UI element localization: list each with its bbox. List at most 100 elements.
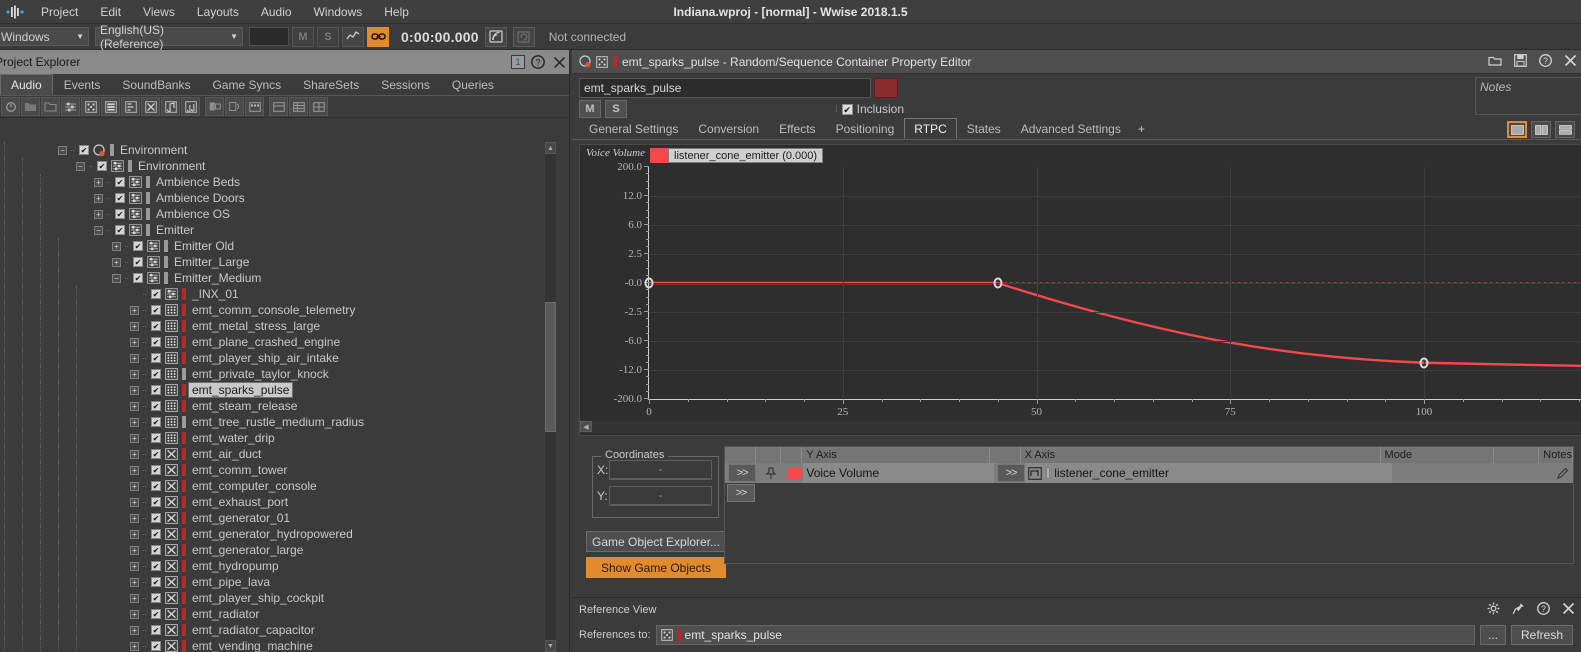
expander-plus-icon[interactable]: + [112,241,121,251]
pin-icon[interactable] [1512,602,1525,618]
tree-item[interactable]: + ·· ✔ emt_plane_crashed_engine [0,334,569,350]
include-checkbox[interactable]: ✔ [133,257,143,267]
random-container-icon[interactable] [81,97,100,116]
legend-entry[interactable]: listener_cone_emitter (0.000) [668,148,824,163]
expander-plus-icon[interactable]: + [94,177,103,187]
menu-help[interactable]: Help [373,0,420,24]
soundbank-icon[interactable] [245,97,264,116]
tree-item[interactable]: + ·· ✔ Ambience OS [0,206,569,222]
x-axis-cell[interactable]: listener_cone_emitter [1025,463,1392,483]
tab-states[interactable]: States [957,118,1011,139]
gear-icon[interactable] [1487,602,1500,618]
tab-effects[interactable]: Effects [769,118,825,139]
scroll-up-arrow-icon[interactable]: ▲ [545,142,556,154]
actor-mixer-icon[interactable] [61,97,80,116]
include-checkbox[interactable]: ✔ [151,609,161,619]
coord-y-input[interactable]: - [609,486,712,506]
scroll-left-arrow-icon[interactable]: ◀ [580,421,592,432]
expander-plus-icon[interactable]: + [130,609,139,619]
expander-plus-icon[interactable]: + [130,353,139,363]
game-object-explorer-button[interactable]: Game Object Explorer... [586,531,726,552]
tree-item[interactable]: + ·· ✔ emt_generator_large [0,542,569,558]
scrollbar-thumb[interactable] [545,302,556,432]
include-checkbox[interactable]: ✔ [151,481,161,491]
tree-item[interactable]: + ·· ✔ emt_comm_console_telemetry [0,302,569,318]
include-checkbox[interactable]: ✔ [151,577,161,587]
expander-plus-icon[interactable]: + [130,577,139,587]
edit-notes-icon[interactable] [1553,463,1573,483]
solo-button[interactable]: S [317,26,339,47]
tab-events[interactable]: Events [53,74,112,95]
inclusion-toggle[interactable]: ⦙ ✔ Inclusion [835,102,904,116]
blend-container-icon[interactable] [141,97,160,116]
curve-control-point[interactable] [993,277,1003,289]
include-checkbox[interactable]: ✔ [151,337,161,347]
tab-sharesets[interactable]: ShareSets [292,74,370,95]
music-playlist-icon[interactable] [181,97,200,116]
inclusion-checkbox[interactable]: ✔ [841,103,853,115]
project-explorer-scrollbar[interactable]: ▲ ▼ [545,142,556,652]
tab-audio[interactable]: Audio [0,74,53,95]
tab-game-syncs[interactable]: Game Syncs [201,74,292,95]
tree-item[interactable]: + ·· ✔ emt_generator_hydropowered [0,526,569,542]
expander-plus-icon[interactable]: + [130,641,139,651]
music-segment-icon[interactable] [161,97,180,116]
rtpc-graph[interactable]: Voice Volume listener_cone_emitter (0.00… [579,144,1581,436]
expander-minus-icon[interactable]: − [112,273,121,283]
tree-item[interactable]: + ·· ✔ emt_water_drip [0,430,569,446]
rtpc-graph-canvas[interactable]: Voice Volume listener_cone_emitter (0.00… [580,145,1581,435]
menu-views[interactable]: Views [132,0,186,24]
include-checkbox[interactable]: ✔ [151,289,161,299]
include-checkbox[interactable]: ✔ [133,273,143,283]
include-checkbox[interactable]: ✔ [115,209,125,219]
include-checkbox[interactable]: ✔ [151,529,161,539]
include-checkbox[interactable]: ✔ [151,513,161,523]
tree-item[interactable]: − ·· ✔ Emitter [0,222,569,238]
layout-split-vertical-icon[interactable] [1531,121,1551,138]
sequence-container-icon[interactable] [101,97,120,116]
expander-minus-icon[interactable]: − [58,145,67,155]
mode-value[interactable] [1392,463,1507,483]
tree-item[interactable]: + ·· ✔ Ambience Beds [0,174,569,190]
save-icon[interactable] [1514,54,1527,70]
schematic-view-icon[interactable] [309,97,328,116]
expand-y-button[interactable]: >> [728,464,757,482]
menu-audio[interactable]: Audio [250,0,303,24]
link-icon[interactable] [367,26,389,47]
menu-project[interactable]: Project [30,0,89,24]
include-checkbox[interactable]: ✔ [151,545,161,555]
performance-monitor-icon[interactable] [342,26,364,47]
tree-item[interactable]: + ·· ✔ emt_computer_console [0,478,569,494]
expander-plus-icon[interactable]: + [130,593,139,603]
close-icon[interactable] [551,54,567,70]
expander-plus-icon[interactable]: + [130,497,139,507]
mute-button[interactable]: M [292,26,314,47]
transport-object-field[interactable] [249,27,289,46]
include-checkbox[interactable]: ✔ [151,369,161,379]
tab-general-settings[interactable]: General Settings [579,118,688,139]
include-checkbox[interactable]: ✔ [151,305,161,315]
show-game-objects-button[interactable]: Show Game Objects [586,557,726,578]
tab-rtpc[interactable]: RTPC [904,118,957,139]
include-checkbox[interactable]: ✔ [151,497,161,507]
switch-container-icon[interactable] [121,97,140,116]
add-tab-button[interactable]: + [1131,118,1152,139]
include-checkbox[interactable]: ✔ [151,353,161,363]
tree-item[interactable]: + ·· ✔ emt_air_duct [0,446,569,462]
expander-plus-icon[interactable]: + [130,545,139,555]
tree-item[interactable]: ·· ✔ _INX_01 [0,286,569,302]
expander-plus-icon[interactable]: + [130,561,139,571]
solo-button[interactable]: S [605,100,627,118]
tab-conversion[interactable]: Conversion [688,118,769,139]
expander-plus-icon[interactable]: + [130,401,139,411]
menu-edit[interactable]: Edit [89,0,132,24]
tab-advanced-settings[interactable]: Advanced Settings [1011,118,1131,139]
graph-horizontal-scrollbar[interactable]: ◀ ▶ [580,421,1581,433]
menu-layouts[interactable]: Layouts [186,0,250,24]
explorer-instance-badge[interactable]: 1 [511,55,525,69]
expander-plus-icon[interactable]: + [130,449,139,459]
object-color-swatch[interactable] [874,77,898,98]
tree-item[interactable]: + ·· ✔ emt_metal_stress_large [0,318,569,334]
include-checkbox[interactable]: ✔ [151,401,161,411]
add-rtpc-button[interactable]: >> [727,484,755,502]
